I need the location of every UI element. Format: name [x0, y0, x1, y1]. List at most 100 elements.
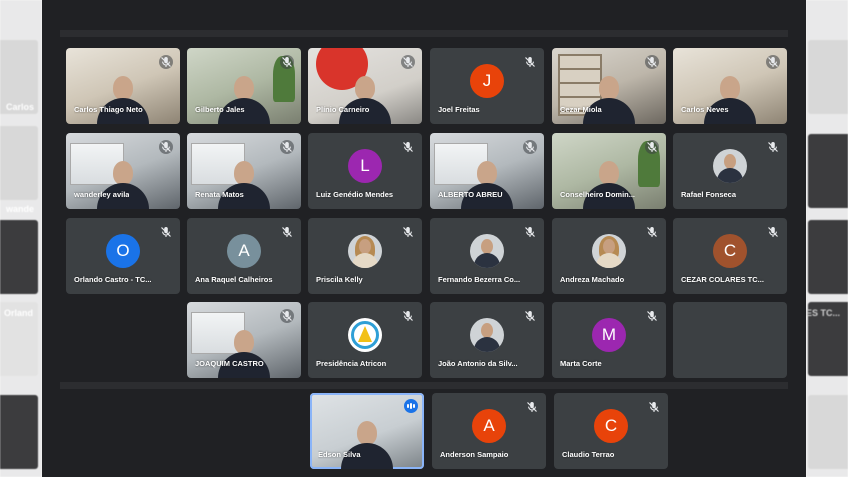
participant-video	[214, 326, 274, 378]
mic-off-icon	[766, 225, 780, 239]
participant-name: Rafael Fonseca	[681, 190, 737, 199]
participant-tile[interactable]: C Claudio Terrao	[554, 393, 668, 469]
participant-tile[interactable]: João Antonio da Silv...	[430, 302, 544, 378]
participant-video	[579, 72, 639, 124]
mic-off-icon	[401, 140, 415, 154]
mic-off-icon	[523, 140, 537, 154]
participant-tile[interactable]: O Orlando Castro - TC...	[66, 218, 180, 294]
mic-off-icon	[401, 309, 415, 323]
participant-tile[interactable]: wanderley avila	[66, 133, 180, 209]
avatar-photo	[592, 234, 626, 268]
participant-name: Plínio Carneiro	[316, 105, 370, 114]
participant-tile[interactable]: Gilberto Jales	[187, 48, 301, 124]
participant-tile[interactable]: Cezar Miola	[552, 48, 666, 124]
mic-off-icon	[766, 140, 780, 154]
participant-name: Edson Silva	[318, 450, 361, 459]
participant-tile[interactable]: A Anderson Sampaio	[432, 393, 546, 469]
avatar-initial: A	[472, 409, 506, 443]
mic-off-icon	[645, 55, 659, 69]
ghost-tile	[808, 220, 848, 294]
participant-tile[interactable]: Renata Matos	[187, 133, 301, 209]
participant-tile[interactable]: Carlos Thiago Neto	[66, 48, 180, 124]
ghost-tile	[808, 395, 848, 469]
participant-tile[interactable]: Presidência Atricon	[308, 302, 422, 378]
participant-name: Luiz Genédio Mendes	[316, 190, 394, 199]
participant-name: Priscila Kelly	[316, 275, 363, 284]
participant-tile[interactable]: Andreza Machado	[552, 218, 666, 294]
participant-video	[579, 157, 639, 209]
participant-name: ALBERTO ABREU	[438, 190, 503, 199]
participant-tile[interactable]: C CEZAR COLARES TC...	[673, 218, 787, 294]
participant-tile[interactable]: J Joel Freitas	[430, 48, 544, 124]
grid-bottom-divider	[60, 382, 788, 389]
avatar-initial: C	[713, 234, 747, 268]
mic-off-icon	[645, 225, 659, 239]
avatar-initial: A	[227, 234, 261, 268]
grid-top-divider	[60, 30, 788, 37]
participant-tile[interactable]: Rafael Fonseca	[673, 133, 787, 209]
participant-name: João Antonio da Silv...	[438, 359, 518, 368]
participant-name: Orlando Castro - TC...	[74, 275, 152, 284]
participant-tile[interactable]: ALBERTO ABREU	[430, 133, 544, 209]
mic-off-icon	[401, 55, 415, 69]
mic-off-icon	[523, 225, 537, 239]
participant-name: Renata Matos	[195, 190, 244, 199]
mic-off-icon	[647, 400, 661, 414]
participant-name: Claudio Terrao	[562, 450, 615, 459]
participant-tile[interactable]: Fernando Bezerra Co...	[430, 218, 544, 294]
ghost-tile	[808, 40, 848, 114]
ghost-tile: wande	[0, 126, 38, 214]
participant-name: Andreza Machado	[560, 275, 625, 284]
participant-video	[214, 157, 274, 209]
participant-name: Presidência Atricon	[316, 359, 387, 368]
participant-tile[interactable]: A Ana Raquel Calheiros	[187, 218, 301, 294]
participant-tile[interactable]: Carlos Neves	[673, 48, 787, 124]
participant-name: JOAQUIM CASTRO	[195, 359, 264, 368]
participant-name: Fernando Bezerra Co...	[438, 275, 521, 284]
participant-video	[93, 157, 153, 209]
participant-name: Gilberto Jales	[195, 105, 245, 114]
avatar-photo	[470, 318, 504, 352]
participant-name: CEZAR COLARES TC...	[681, 275, 764, 284]
avatar-photo	[713, 149, 747, 183]
participant-tile[interactable]: Plínio Carneiro	[308, 48, 422, 124]
avatar-initial: J	[470, 64, 504, 98]
participant-tile[interactable]: M Marta Corte	[552, 302, 666, 378]
participant-tile[interactable]: JOAQUIM CASTRO	[187, 302, 301, 378]
participant-video	[214, 72, 274, 124]
participant-tile[interactable]: Edson Silva	[310, 393, 424, 469]
left-blurred-panel: Carlos wande Orland	[0, 0, 42, 477]
ghost-tile	[0, 395, 38, 469]
participant-video	[457, 157, 517, 209]
meeting-grid: Carlos Thiago Neto Gilberto Jales Plínio C…	[42, 0, 806, 477]
speaking-indicator-icon	[404, 399, 418, 413]
mic-off-icon	[645, 140, 659, 154]
mic-off-icon	[525, 400, 539, 414]
participant-name: Carlos Thiago Neto	[74, 105, 143, 114]
participant-tile[interactable]: Priscila Kelly	[308, 218, 422, 294]
ghost-label: ES TC...	[806, 308, 841, 318]
participant-video	[93, 72, 153, 124]
ghost-label: Carlos	[6, 102, 35, 112]
empty-tile	[673, 302, 787, 378]
avatar-initial: M	[592, 318, 626, 352]
ghost-label: Orland	[4, 308, 34, 318]
avatar-initial: L	[348, 149, 382, 183]
participant-name: Anderson Sampaio	[440, 450, 509, 459]
participant-name: Cezar Miola	[560, 105, 602, 114]
participant-tile[interactable]: Conselheiro Domin...	[552, 133, 666, 209]
participant-name: Joel Freitas	[438, 105, 480, 114]
participant-name: wanderley avila	[74, 190, 130, 199]
participant-tile[interactable]: L Luiz Genédio Mendes	[308, 133, 422, 209]
right-blurred-panel: ES TC...	[806, 0, 848, 477]
mic-off-icon	[401, 225, 415, 239]
mic-off-icon	[280, 225, 294, 239]
participant-video	[700, 72, 760, 124]
participant-name: Ana Raquel Calheiros	[195, 275, 273, 284]
ghost-tile	[808, 134, 848, 208]
mic-off-icon	[523, 309, 537, 323]
avatar-initial: O	[106, 234, 140, 268]
ghost-tile: Orland	[0, 302, 38, 376]
mic-off-icon	[766, 55, 780, 69]
mic-off-icon	[523, 55, 537, 69]
